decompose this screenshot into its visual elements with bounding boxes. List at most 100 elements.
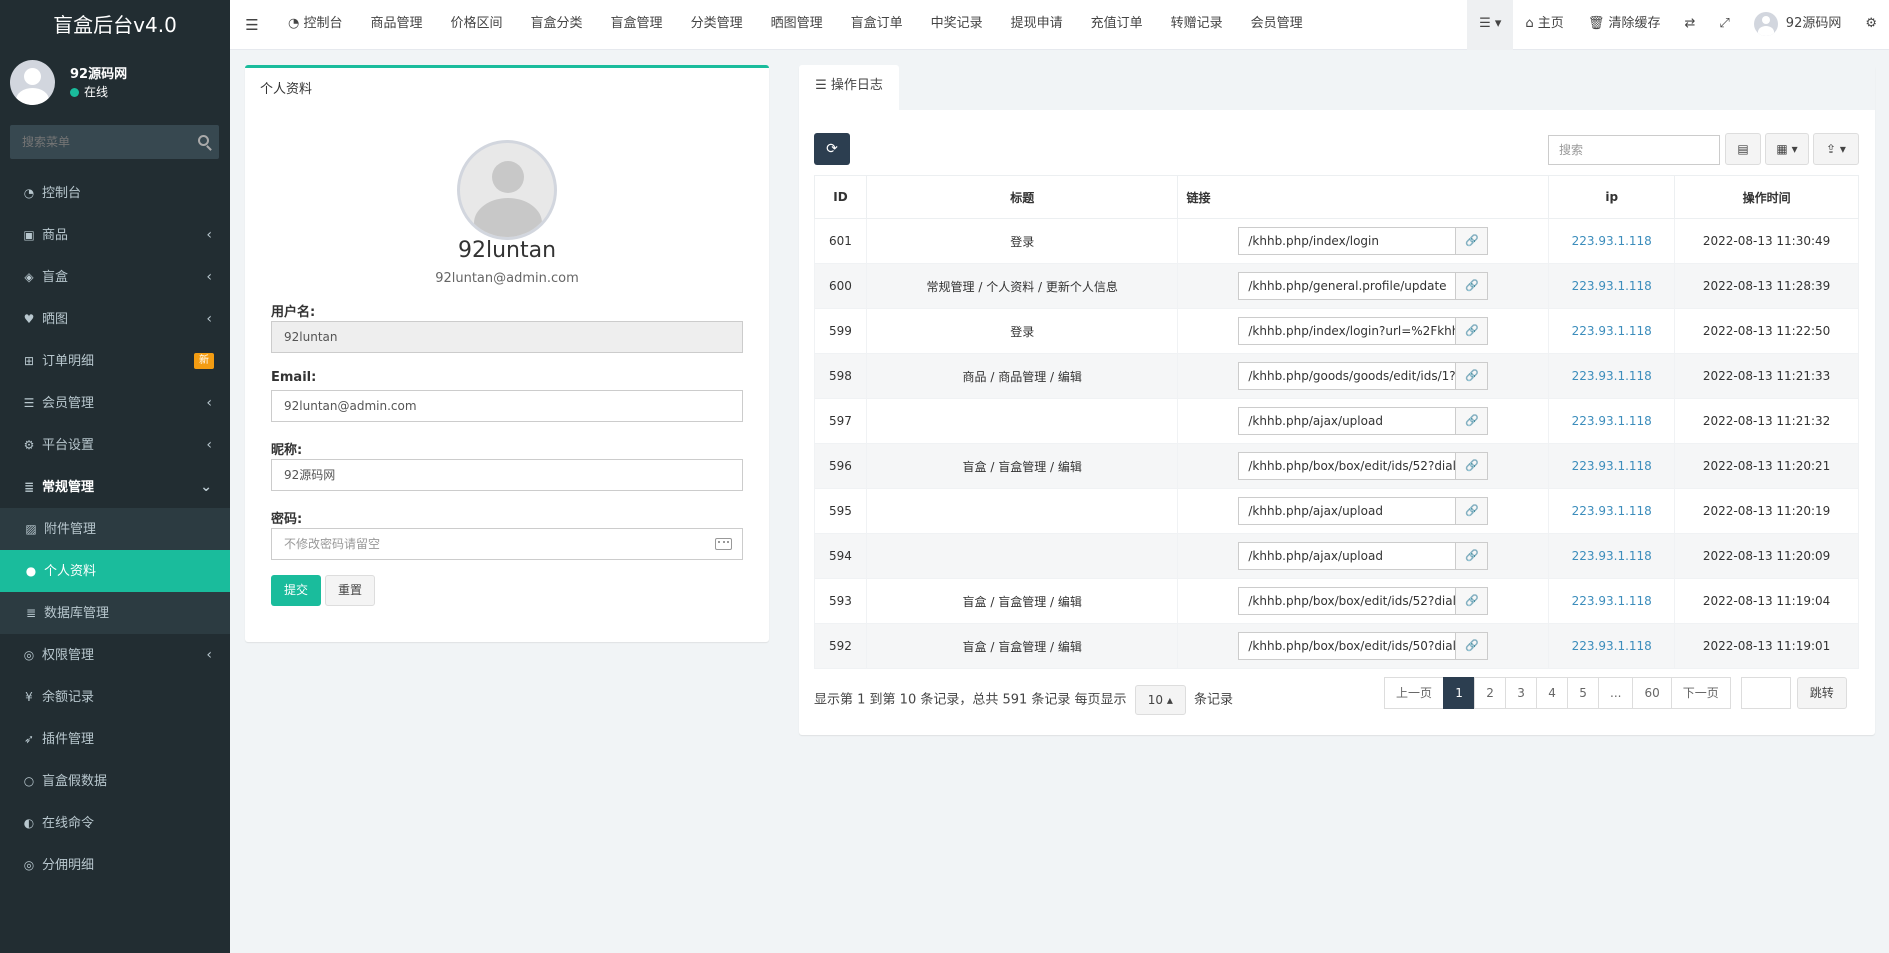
top-nav-item-9[interactable]: 提现申请	[997, 0, 1077, 50]
log-ip[interactable]: 223.93.1.118	[1572, 504, 1652, 518]
sidebar-item-10[interactable]: ≣ 数据库管理	[0, 592, 230, 634]
sidebar-toggle-icon[interactable]: ☰	[230, 0, 274, 50]
top-user-menu[interactable]: 92源码网	[1742, 0, 1854, 50]
link-icon[interactable]: 🔗	[1455, 273, 1488, 299]
link-icon[interactable]: 🔗	[1455, 318, 1488, 344]
sidebar-item-3[interactable]: ♥ 晒图 ‹	[0, 298, 230, 340]
page-button[interactable]: 1	[1443, 677, 1476, 709]
page-button[interactable]: 下一页	[1670, 677, 1731, 709]
top-nav-item-1[interactable]: 商品管理	[357, 0, 437, 50]
top-nav-item-7[interactable]: 盲盒订单	[837, 0, 917, 50]
app-title[interactable]: 盲盒后台v4.0	[0, 0, 230, 50]
sidebar-item-11[interactable]: ◎ 权限管理 ‹	[0, 634, 230, 676]
link-field[interactable]: /khhb.php/ajax/upload 🔗	[1238, 407, 1489, 435]
toggle-view-button[interactable]: ▤	[1725, 133, 1761, 165]
link-icon[interactable]: 🔗	[1455, 228, 1488, 254]
table-search-input[interactable]: 搜索	[1548, 135, 1720, 165]
top-nav-item-6[interactable]: 晒图管理	[757, 0, 837, 50]
table-row[interactable]: 594/khhb.php/ajax/upload 🔗 223.93.1.118 202…	[814, 533, 1859, 579]
link-field[interactable]: /khhb.php/index/login?url=%2Fkhhb 🔗	[1238, 317, 1489, 345]
table-row[interactable]: 600 常规管理 / 个人资料 / 更新个人信息/khhb.php/general…	[814, 263, 1859, 309]
log-ip[interactable]: 223.93.1.118	[1572, 279, 1652, 293]
sidebar-item-14[interactable]: ○ 盲盒假数据	[0, 760, 230, 802]
table-row[interactable]: 601 登录/khhb.php/index/login 🔗 223.93.1.118 2…	[814, 218, 1859, 264]
log-ip[interactable]: 223.93.1.118	[1572, 414, 1652, 428]
link-field[interactable]: /khhb.php/ajax/upload 🔗	[1238, 542, 1489, 570]
page-button[interactable]: 4	[1536, 677, 1569, 709]
settings-gear-icon[interactable]: ⚙	[1853, 0, 1889, 50]
sidebar-item-8[interactable]: ▨ 附件管理	[0, 508, 230, 550]
table-row[interactable]: 598 商品 / 商品管理 / 编辑/khhb.php/goods/goods/e…	[814, 353, 1859, 399]
log-ip[interactable]: 223.93.1.118	[1572, 594, 1652, 608]
page-button[interactable]: 2	[1474, 677, 1507, 709]
page-button[interactable]: 60	[1632, 677, 1672, 709]
export-button[interactable]: ⇪ ▾	[1813, 133, 1859, 165]
nav-mode-toggle[interactable]: ☰ ▾	[1467, 0, 1514, 50]
link-field[interactable]: /khhb.php/goods/goods/edit/ids/1?di 🔗	[1238, 362, 1489, 390]
link-icon[interactable]: 🔗	[1455, 498, 1488, 524]
keyboard-icon[interactable]	[715, 538, 732, 550]
link-icon[interactable]: 🔗	[1455, 588, 1488, 614]
column-header[interactable]: 操作时间	[1674, 175, 1859, 219]
table-row[interactable]: 592 盲盒 / 盲盒管理 / 编辑/khhb.php/box/box/edit/…	[814, 623, 1859, 669]
top-nav-item-4[interactable]: 盲盒管理	[597, 0, 677, 50]
top-nav-item-5[interactable]: 分类管理	[677, 0, 757, 50]
sidebar-item-13[interactable]: ➶ 插件管理	[0, 718, 230, 760]
table-row[interactable]: 593 盲盒 / 盲盒管理 / 编辑/khhb.php/box/box/edit/…	[814, 578, 1859, 624]
sidebar-item-4[interactable]: ⊞ 订单明细 新	[0, 340, 230, 382]
link-icon[interactable]: 🔗	[1455, 453, 1488, 479]
link-icon[interactable]: 🔗	[1455, 408, 1488, 434]
refresh-button[interactable]: ⟳	[814, 133, 850, 165]
link-icon[interactable]: 🔗	[1455, 363, 1488, 389]
top-nav-item-8[interactable]: 中奖记录	[917, 0, 997, 50]
top-nav-item-0[interactable]: ◔ 控制台	[274, 0, 357, 50]
sidebar-item-7[interactable]: ≣ 常规管理 ⌄	[0, 466, 230, 508]
link-field[interactable]: /khhb.php/box/box/edit/ids/50?dialog 🔗	[1238, 632, 1489, 660]
sidebar-item-16[interactable]: ◎ 分佣明细	[0, 844, 230, 886]
jump-button[interactable]: 跳转	[1796, 677, 1847, 709]
language-icon[interactable]: ⇄	[1672, 0, 1707, 50]
reset-button[interactable]: 重置	[325, 575, 375, 606]
sidebar-item-0[interactable]: ◔ 控制台	[0, 172, 230, 214]
sidebar-item-2[interactable]: ◈ 盲盒 ‹	[0, 256, 230, 298]
log-ip[interactable]: 223.93.1.118	[1572, 369, 1652, 383]
link-field[interactable]: /khhb.php/box/box/edit/ids/52?dialog 🔗	[1238, 587, 1489, 615]
page-button[interactable]: 5	[1567, 677, 1600, 709]
page-button[interactable]: ...	[1598, 677, 1634, 709]
menu-search-input[interactable]	[10, 125, 180, 159]
username-field[interactable]: 92luntan	[271, 321, 743, 353]
search-icon[interactable]	[198, 135, 209, 146]
log-ip[interactable]: 223.93.1.118	[1572, 459, 1652, 473]
page-size-select[interactable]: 10 ▴	[1134, 685, 1186, 715]
log-ip[interactable]: 223.93.1.118	[1572, 324, 1652, 338]
column-header[interactable]: ip	[1548, 175, 1676, 219]
table-row[interactable]: 597/khhb.php/ajax/upload 🔗 223.93.1.118 202…	[814, 398, 1859, 444]
table-row[interactable]: 599 登录/khhb.php/index/login?url=%2Fkhhb 🔗 2…	[814, 308, 1859, 354]
top-nav-item-11[interactable]: 转赠记录	[1157, 0, 1237, 50]
page-button[interactable]: 上一页	[1384, 677, 1445, 709]
link-icon[interactable]: 🔗	[1455, 633, 1488, 659]
nickname-field[interactable]: 92源码网	[271, 459, 743, 491]
top-nav-item-3[interactable]: 盲盒分类	[517, 0, 597, 50]
sidebar-item-12[interactable]: ¥ 余额记录	[0, 676, 230, 718]
email-field[interactable]: 92luntan@admin.com	[271, 390, 743, 422]
link-field[interactable]: /khhb.php/general.profile/update 🔗	[1238, 272, 1489, 300]
tab-operation-log[interactable]: ☰ 操作日志	[799, 65, 899, 110]
log-ip[interactable]: 223.93.1.118	[1572, 234, 1652, 248]
fullscreen-icon[interactable]: ⤢	[1707, 0, 1741, 50]
sidebar-item-15[interactable]: ◐ 在线命令	[0, 802, 230, 844]
top-nav-item-12[interactable]: 会员管理	[1237, 0, 1317, 50]
top-nav-item-10[interactable]: 充值订单	[1077, 0, 1157, 50]
link-field[interactable]: /khhb.php/box/box/edit/ids/52?dialog 🔗	[1238, 452, 1489, 480]
column-header[interactable]: 标题	[865, 175, 1179, 219]
profile-avatar[interactable]	[457, 140, 557, 240]
table-row[interactable]: 596 盲盒 / 盲盒管理 / 编辑/khhb.php/box/box/edit/…	[814, 443, 1859, 489]
log-ip[interactable]: 223.93.1.118	[1572, 639, 1652, 653]
sidebar-item-6[interactable]: ⚙ 平台设置 ‹	[0, 424, 230, 466]
link-icon[interactable]: 🔗	[1455, 543, 1488, 569]
log-ip[interactable]: 223.93.1.118	[1572, 549, 1652, 563]
link-field[interactable]: /khhb.php/index/login 🔗	[1238, 227, 1489, 255]
table-row[interactable]: 595/khhb.php/ajax/upload 🔗 223.93.1.118 202…	[814, 488, 1859, 534]
sidebar-item-9[interactable]: ● 个人资料	[0, 550, 230, 592]
sidebar-item-1[interactable]: ▣ 商品 ‹	[0, 214, 230, 256]
